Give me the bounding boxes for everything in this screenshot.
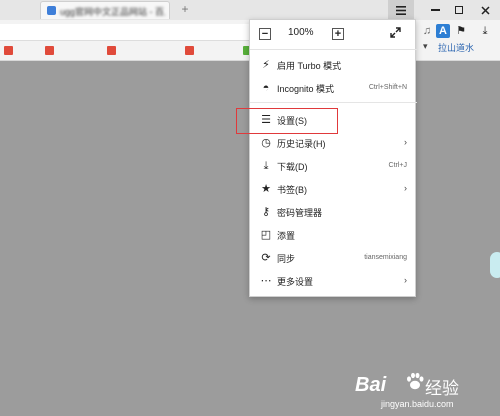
menu-item-more-settings[interactable]: ⋯ 更多设置 › — [250, 270, 417, 292]
menu-item-label: 更多设置 — [277, 277, 314, 287]
menu-item-downloads[interactable]: ⤓ 下载(D) Ctrl+J — [250, 155, 417, 177]
fullscreen-button[interactable] — [388, 27, 402, 41]
side-widget[interactable] — [490, 252, 500, 278]
audio-icon[interactable]: ♫ — [420, 24, 434, 38]
paw-icon — [407, 372, 424, 390]
more-icon: ⋯ — [260, 275, 272, 287]
menu-item-turbo[interactable]: ⚡ 启用 Turbo 模式 — [250, 54, 417, 76]
translate-icon[interactable]: A — [436, 24, 450, 38]
extension-icon: ◰ — [260, 229, 272, 241]
download-icon: ⤓ — [263, 160, 269, 172]
menu-item-label: 历史记录(H) — [277, 139, 326, 149]
menu-item-shortcut: Ctrl+Shift+N — [368, 84, 407, 91]
bookmark-favicon-icon[interactable] — [185, 46, 194, 55]
bookmark-favicon-icon[interactable] — [45, 46, 54, 55]
menu-item-bookmarks[interactable]: ★ 书签(B) › — [250, 178, 417, 200]
zoom-out-button[interactable]: − — [259, 28, 271, 40]
sync-account-name: tiansemixiang — [364, 254, 407, 261]
menu-item-shortcut: Ctrl+J — [388, 162, 407, 169]
extension-area: ♫ A ⚑ ⤓ — [420, 24, 500, 40]
menu-item-label: Incognito 模式 — [277, 84, 335, 94]
maximize-icon — [455, 6, 463, 15]
submenu-arrow-icon: › — [404, 183, 407, 193]
address-bar[interactable] — [0, 24, 250, 41]
menu-item-incognito[interactable]: ◓ Incognito 模式 Ctrl+Shift+N — [250, 77, 417, 99]
menu-divider — [250, 102, 417, 103]
watermark-logo: Bai — [355, 374, 387, 396]
menu-item-extensions[interactable]: ◰ 添置 — [250, 224, 417, 246]
menu-item-label: 密码管理器 — [277, 208, 323, 218]
menu-item-sync[interactable]: ⟳ 同步 tiansemixiang — [250, 247, 417, 269]
menu-item-passwords[interactable]: ⚷ 密码管理器 — [250, 201, 417, 223]
clock-icon: ◷ — [261, 137, 271, 149]
download-toolbar-icon[interactable]: ⤓ — [478, 24, 492, 38]
flag-icon[interactable]: ⚑ — [454, 24, 468, 38]
browser-tab[interactable]: ugg官网中文正品网站 - 百度搜索 — [40, 1, 170, 19]
bookmark-favicon-icon[interactable] — [107, 46, 116, 55]
submenu-arrow-icon: › — [404, 275, 407, 285]
menu-item-label: 启用 Turbo 模式 — [277, 61, 342, 71]
minimize-icon — [430, 9, 440, 12]
settings-highlight-box — [236, 108, 338, 134]
baidu-jingyan-watermark: Bai 经验 jingyan.baidu.com — [355, 368, 500, 416]
menu-item-label: 书签(B) — [277, 185, 307, 195]
minimize-button[interactable] — [422, 0, 448, 20]
maximize-button[interactable] — [446, 0, 472, 20]
watermark-url: jingyan.baidu.com — [381, 399, 454, 409]
menu-item-label: 同步 — [277, 254, 296, 264]
rocket-icon: ⚡ — [262, 59, 270, 71]
hamburger-icon — [396, 5, 406, 15]
menu-item-label: 添置 — [277, 231, 296, 241]
zoom-controls: − 100% + — [250, 20, 417, 50]
close-button[interactable] — [472, 0, 498, 20]
zoom-in-button[interactable]: + — [332, 28, 344, 40]
submenu-arrow-icon: › — [404, 137, 407, 147]
key-icon: ⚷ — [261, 206, 271, 218]
fullscreen-icon — [389, 27, 401, 38]
bookmark-link[interactable]: 拉山道水 — [438, 41, 474, 54]
browser-menu-button[interactable] — [388, 0, 414, 20]
new-tab-button[interactable]: + — [178, 2, 192, 16]
sync-icon: ⟳ — [261, 252, 271, 264]
bookmark-icon: ★ — [261, 183, 271, 195]
menu-item-label: 下载(D) — [277, 162, 308, 172]
watermark-suffix: 经验 — [425, 379, 459, 398]
tab-title: ugg官网中文正品网站 - 百度搜索 — [60, 7, 165, 17]
bookmark-dropdown[interactable]: ▾ — [423, 41, 428, 52]
bookmark-favicon-icon[interactable] — [4, 46, 13, 55]
tab-favicon-icon — [47, 6, 56, 15]
mask-icon: ◓ — [262, 82, 270, 94]
title-bar: ugg官网中文正品网站 - 百度搜索 + — [0, 0, 500, 20]
browser-main-menu: − 100% + ⚡ 启用 Turbo 模式 ◓ Incognito 模式 Ct… — [249, 19, 417, 297]
close-icon — [480, 6, 490, 15]
zoom-level: 100% — [288, 27, 314, 38]
menu-item-history[interactable]: ◷ 历史记录(H) › — [250, 132, 417, 154]
